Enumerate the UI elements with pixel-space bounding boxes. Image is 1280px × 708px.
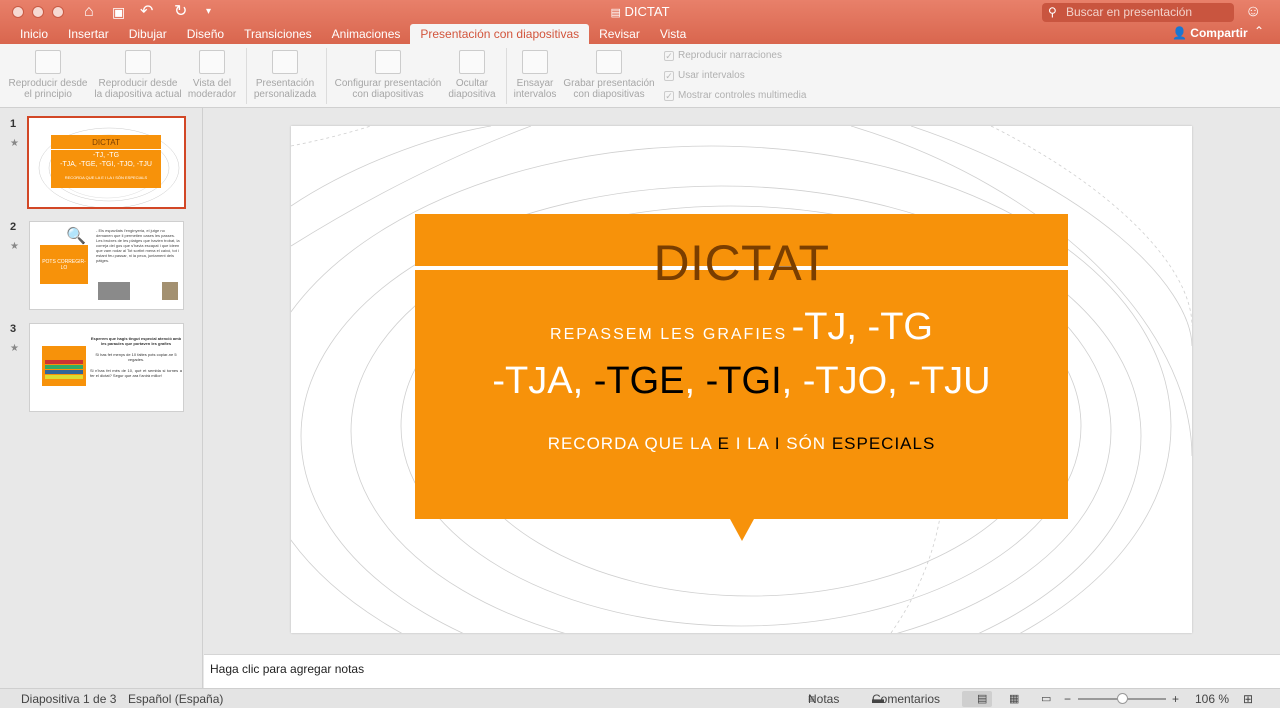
zoom-slider-handle[interactable] — [1117, 693, 1128, 704]
search-input[interactable]: ⚲ Buscar en presentación — [1042, 3, 1234, 22]
ribbon: Reproducir desde el principio Reproducir… — [0, 44, 1280, 108]
search-icon: ⚲ — [1048, 5, 1057, 19]
add-person-icon: 👤 — [1172, 26, 1187, 40]
presenter-view-button[interactable]: Vista del moderador — [186, 50, 238, 100]
animation-star-icon: ★ — [10, 241, 19, 252]
divider — [51, 149, 161, 150]
notes-field[interactable]: Haga clic para agregar notas — [204, 654, 1280, 688]
thumbnail-image — [162, 282, 178, 300]
slide-indicator: Diapositiva 1 de 3 — [21, 692, 117, 706]
language-indicator[interactable]: Español (España) — [128, 689, 223, 708]
thumbnail-image — [98, 282, 130, 300]
slide-title: DICTAT — [653, 235, 830, 291]
zoom-out-button[interactable]: − — [1064, 689, 1071, 708]
tab-presentacion[interactable]: Presentación con diapositivas — [410, 24, 590, 44]
title-bar: ⌂ ▣ ↶ ↻ ▾ ▤ DICTAT ⚲ Buscar en presentac… — [0, 0, 1280, 44]
slide-number: 1 — [10, 118, 17, 130]
tab-insertar[interactable]: Insertar — [58, 24, 119, 44]
animation-star-icon: ★ — [10, 138, 19, 149]
ribbon-divider — [506, 48, 507, 104]
stopwatch-icon — [522, 50, 548, 74]
tab-transiciones[interactable]: Transiciones — [234, 24, 322, 44]
subtitle-line-3: RECORDA QUE LA E I LA I SÓN ESPECIALS — [547, 434, 936, 453]
checkbox-icon: ✓ — [664, 70, 674, 81]
slide-number: 2 — [10, 221, 17, 233]
slide-sorter-button[interactable]: ▦ — [994, 691, 1024, 707]
play-from-start-button[interactable]: Reproducir desde el principio — [6, 50, 90, 100]
ribbon-divider — [326, 48, 327, 104]
share-button[interactable]: 👤 Compartir — [1172, 26, 1248, 40]
check-show-media-controls[interactable]: ✓ Mostrar controles multimedia — [664, 90, 806, 101]
reading-view-icon: ▭ — [1041, 693, 1052, 705]
custom-show-button[interactable]: Presentación personalizada — [250, 50, 320, 100]
thumbnail-callout: DICTAT -TJ, -TG -TJA, -TGE, -TGI, -TJO, … — [51, 135, 161, 188]
slide-thumbnail-2[interactable]: POTS CORREGIR-LO 🔍 - Els espavilats l'en… — [29, 221, 184, 310]
rehearse-timings-button[interactable]: Ensayar intervalos — [510, 50, 560, 100]
callout-pointer — [730, 519, 754, 541]
record-icon — [596, 50, 622, 74]
tab-revisar[interactable]: Revisar — [589, 24, 650, 44]
record-slideshow-button[interactable]: Grabar presentación con diapositivas — [562, 50, 656, 100]
grid-icon: ▦ — [1009, 693, 1020, 705]
zoom-in-button[interactable]: + — [1172, 689, 1179, 708]
slide-thumbnail-pane: 1 ★ DICTAT -TJ, -TG -TJA, -TGE, -TGI, -T… — [0, 108, 203, 688]
slide-thumbnail-1[interactable]: DICTAT -TJ, -TG -TJA, -TGE, -TGI, -TJO, … — [27, 116, 186, 209]
custom-show-icon — [272, 50, 298, 74]
checkbox-icon: ✓ — [664, 90, 674, 101]
title-callout-box[interactable]: DICTAT REPASSEM LES GRAFIES -TJ, -TG -TJ… — [415, 214, 1068, 541]
play-current-icon — [125, 50, 151, 74]
check-play-narrations[interactable]: ✓ Reproducir narraciones — [664, 50, 782, 61]
subtitle-line-2: -TJA, -TGE, -TGI, -TJO, -TJU — [492, 360, 991, 402]
status-bar: Diapositiva 1 de 3 Español (España) ≡ No… — [0, 688, 1280, 708]
feedback-smiley-icon[interactable]: ☺ — [1245, 3, 1261, 21]
presenter-view-icon — [199, 50, 225, 74]
tab-diseno[interactable]: Diseño — [177, 24, 234, 44]
normal-view-icon: ▤ — [977, 693, 988, 705]
play-slideshow-icon — [35, 50, 61, 74]
collapse-ribbon-icon[interactable]: ⌃ — [1254, 24, 1264, 38]
thumbnail-callout: POTS CORREGIR-LO — [40, 245, 88, 284]
tab-inicio[interactable]: Inicio — [0, 24, 58, 44]
colored-pencils-image — [45, 360, 83, 379]
reading-view-button[interactable]: ▭ — [1026, 691, 1056, 707]
magnifier-icon: 🔍 — [66, 228, 86, 245]
thumbnail-text: Esperem que hagis tingut especial atenci… — [90, 336, 182, 378]
fit-to-window-icon[interactable]: ⊞ — [1243, 689, 1253, 708]
hide-slide-button[interactable]: Ocultar diapositiva — [446, 50, 498, 100]
animation-star-icon: ★ — [10, 343, 19, 354]
checkbox-icon: ✓ — [664, 50, 674, 61]
tab-vista[interactable]: Vista — [650, 24, 696, 44]
slide-thumbnail-3[interactable]: Esperem que hagis tingut especial atenci… — [29, 323, 184, 412]
thumbnail-image — [42, 346, 86, 386]
slide-canvas[interactable]: DICTAT REPASSEM LES GRAFIES -TJ, -TG -TJ… — [291, 126, 1192, 633]
tab-dibujar[interactable]: Dibujar — [119, 24, 177, 44]
check-use-timings[interactable]: ✓ Usar intervalos — [664, 70, 745, 81]
setup-slideshow-icon — [375, 50, 401, 74]
ribbon-tabs: Inicio Insertar Dibujar Diseño Transicio… — [0, 24, 696, 44]
zoom-level[interactable]: 106 % — [1195, 689, 1229, 708]
play-from-current-button[interactable]: Reproducir desde la diapositiva actual — [92, 50, 184, 100]
setup-slideshow-button[interactable]: Configurar presentación con diapositivas — [332, 50, 444, 100]
tab-animaciones[interactable]: Animaciones — [322, 24, 411, 44]
hide-slide-icon — [459, 50, 485, 74]
ribbon-divider — [246, 48, 247, 104]
normal-view-button[interactable]: ▤ — [962, 691, 992, 707]
subtitle-line-1: REPASSEM LES GRAFIES -TJ, -TG — [550, 306, 933, 348]
document-file-icon: ▤ — [610, 7, 621, 19]
slide-number: 3 — [10, 323, 17, 335]
